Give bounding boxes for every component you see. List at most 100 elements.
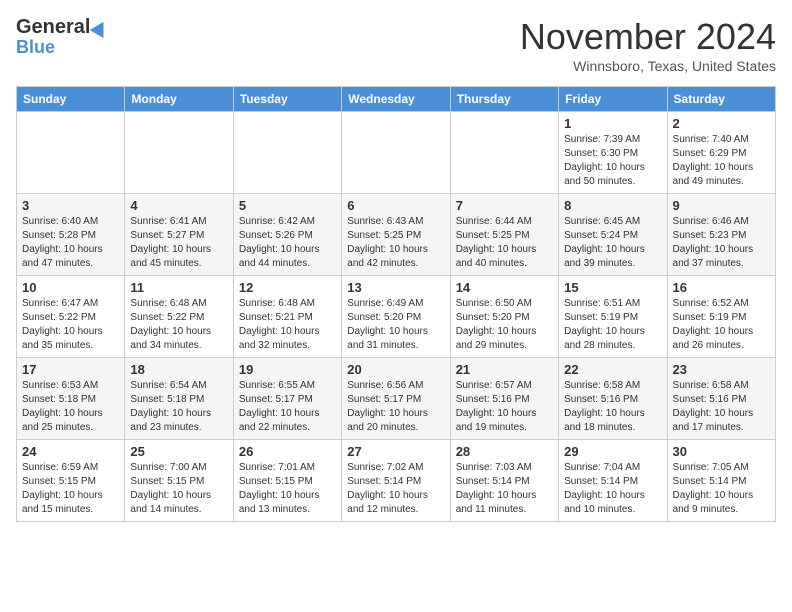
calendar-cell: 13 Sunrise: 6:49 AM Sunset: 5:20 PM Dayli… (342, 276, 450, 358)
day-number: 6 (347, 198, 444, 213)
day-info: Sunrise: 6:47 AM Sunset: 5:22 PM Dayligh… (22, 297, 119, 353)
day-info: Sunrise: 6:59 AM Sunset: 5:15 PM Dayligh… (22, 461, 119, 517)
day-info: Sunrise: 6:52 AM Sunset: 5:19 PM Dayligh… (673, 297, 770, 353)
calendar-cell: 1Sunrise: 7:39 AM Sunset: 6:30 PM Daylig… (559, 112, 667, 194)
day-number: 10 (22, 280, 119, 295)
day-info: Sunrise: 6:45 AM Sunset: 5:24 PM Dayligh… (564, 215, 661, 271)
day-number: 27 (347, 444, 444, 459)
day-info: Sunrise: 6:58 AM Sunset: 5:16 PM Dayligh… (673, 379, 770, 435)
day-info: Sunrise: 6:50 AM Sunset: 5:20 PM Dayligh… (456, 297, 553, 353)
day-number: 21 (456, 362, 553, 377)
day-info: Sunrise: 7:00 AM Sunset: 5:15 PM Dayligh… (130, 461, 227, 517)
day-number: 16 (673, 280, 770, 295)
calendar-cell: 28 Sunrise: 7:03 AM Sunset: 5:14 PM Dayli… (450, 440, 558, 522)
calendar-cell (342, 112, 450, 194)
day-number: 24 (22, 444, 119, 459)
day-info: Sunrise: 6:57 AM Sunset: 5:16 PM Dayligh… (456, 379, 553, 435)
calendar-cell: 29Sunrise: 7:04 AM Sunset: 5:14 PM Dayli… (559, 440, 667, 522)
logo-general: General (16, 16, 90, 39)
day-info: Sunrise: 6:44 AM Sunset: 5:25 PM Dayligh… (456, 215, 553, 271)
calendar-cell: 9 Sunrise: 6:46 AM Sunset: 5:23 PM Daylig… (667, 194, 775, 276)
calendar-cell (17, 112, 125, 194)
day-info: Sunrise: 6:56 AM Sunset: 5:17 PM Dayligh… (347, 379, 444, 435)
weekday-header-tuesday: Tuesday (233, 87, 341, 112)
day-number: 22 (564, 362, 661, 377)
day-info: Sunrise: 7:03 AM Sunset: 5:14 PM Dayligh… (456, 461, 553, 517)
day-number: 28 (456, 444, 553, 459)
weekday-header-monday: Monday (125, 87, 233, 112)
day-info: Sunrise: 6:48 AM Sunset: 5:21 PM Dayligh… (239, 297, 336, 353)
day-info: Sunrise: 6:41 AM Sunset: 5:27 PM Dayligh… (130, 215, 227, 271)
day-info: Sunrise: 6:49 AM Sunset: 5:20 PM Dayligh… (347, 297, 444, 353)
calendar-cell: 10 Sunrise: 6:47 AM Sunset: 5:22 PM Dayli… (17, 276, 125, 358)
title-block: November 2024 Winnsboro, Texas, United S… (520, 16, 776, 74)
calendar-cell (125, 112, 233, 194)
day-info: Sunrise: 6:40 AM Sunset: 5:28 PM Dayligh… (22, 215, 119, 271)
calendar-week-4: 17 Sunrise: 6:53 AM Sunset: 5:18 PM Dayli… (17, 358, 776, 440)
calendar-cell: 22 Sunrise: 6:58 AM Sunset: 5:16 PM Dayli… (559, 358, 667, 440)
calendar-cell: 6 Sunrise: 6:43 AM Sunset: 5:25 PM Daylig… (342, 194, 450, 276)
calendar-cell: 27Sunrise: 7:02 AM Sunset: 5:14 PM Dayli… (342, 440, 450, 522)
calendar-cell: 21 Sunrise: 6:57 AM Sunset: 5:16 PM Dayli… (450, 358, 558, 440)
day-number: 4 (130, 198, 227, 213)
day-info: Sunrise: 6:46 AM Sunset: 5:23 PM Dayligh… (673, 215, 770, 271)
day-number: 9 (673, 198, 770, 213)
calendar-cell: 14 Sunrise: 6:50 AM Sunset: 5:20 PM Dayli… (450, 276, 558, 358)
day-info: Sunrise: 7:40 AM Sunset: 6:29 PM Dayligh… (673, 133, 770, 189)
day-number: 11 (130, 280, 227, 295)
weekday-header-friday: Friday (559, 87, 667, 112)
day-number: 30 (673, 444, 770, 459)
day-number: 15 (564, 280, 661, 295)
day-info: Sunrise: 6:53 AM Sunset: 5:18 PM Dayligh… (22, 379, 119, 435)
calendar-week-3: 10 Sunrise: 6:47 AM Sunset: 5:22 PM Dayli… (17, 276, 776, 358)
calendar-cell: 18Sunrise: 6:54 AM Sunset: 5:18 PM Dayli… (125, 358, 233, 440)
day-number: 23 (673, 362, 770, 377)
calendar-cell: 25 Sunrise: 7:00 AM Sunset: 5:15 PM Dayli… (125, 440, 233, 522)
calendar-week-5: 24 Sunrise: 6:59 AM Sunset: 5:15 PM Dayli… (17, 440, 776, 522)
day-number: 3 (22, 198, 119, 213)
calendar-cell: 5 Sunrise: 6:42 AM Sunset: 5:26 PM Daylig… (233, 194, 341, 276)
day-number: 5 (239, 198, 336, 213)
location: Winnsboro, Texas, United States (520, 58, 776, 74)
calendar-cell: 7 Sunrise: 6:44 AM Sunset: 5:25 PM Daylig… (450, 194, 558, 276)
day-number: 13 (347, 280, 444, 295)
day-info: Sunrise: 6:55 AM Sunset: 5:17 PM Dayligh… (239, 379, 336, 435)
calendar-table: SundayMondayTuesdayWednesdayThursdayFrid… (16, 86, 776, 522)
day-number: 17 (22, 362, 119, 377)
calendar-cell: 19 Sunrise: 6:55 AM Sunset: 5:17 PM Dayli… (233, 358, 341, 440)
logo-triangle-icon (90, 17, 111, 37)
day-info: Sunrise: 6:42 AM Sunset: 5:26 PM Dayligh… (239, 215, 336, 271)
calendar-cell: 3 Sunrise: 6:40 AM Sunset: 5:28 PM Daylig… (17, 194, 125, 276)
calendar-cell: 30Sunrise: 7:05 AM Sunset: 5:14 PM Dayli… (667, 440, 775, 522)
calendar-cell: 24 Sunrise: 6:59 AM Sunset: 5:15 PM Dayli… (17, 440, 125, 522)
day-number: 7 (456, 198, 553, 213)
day-number: 14 (456, 280, 553, 295)
day-number: 12 (239, 280, 336, 295)
day-number: 1 (564, 116, 661, 131)
weekday-header-saturday: Saturday (667, 87, 775, 112)
day-info: Sunrise: 7:04 AM Sunset: 5:14 PM Dayligh… (564, 461, 661, 517)
day-number: 18 (130, 362, 227, 377)
day-info: Sunrise: 6:58 AM Sunset: 5:16 PM Dayligh… (564, 379, 661, 435)
calendar-header-row: SundayMondayTuesdayWednesdayThursdayFrid… (17, 87, 776, 112)
calendar-cell: 15Sunrise: 6:51 AM Sunset: 5:19 PM Dayli… (559, 276, 667, 358)
calendar-cell: 17 Sunrise: 6:53 AM Sunset: 5:18 PM Dayli… (17, 358, 125, 440)
calendar-cell: 20 Sunrise: 6:56 AM Sunset: 5:17 PM Dayli… (342, 358, 450, 440)
page-header: General Blue November 2024 Winnsboro, Te… (16, 16, 776, 74)
calendar-cell: 2Sunrise: 7:40 AM Sunset: 6:29 PM Daylig… (667, 112, 775, 194)
calendar-cell (233, 112, 341, 194)
calendar-cell: 16 Sunrise: 6:52 AM Sunset: 5:19 PM Dayli… (667, 276, 775, 358)
calendar-cell: 8Sunrise: 6:45 AM Sunset: 5:24 PM Daylig… (559, 194, 667, 276)
calendar-week-1: 1Sunrise: 7:39 AM Sunset: 6:30 PM Daylig… (17, 112, 776, 194)
day-number: 20 (347, 362, 444, 377)
day-number: 26 (239, 444, 336, 459)
weekday-header-sunday: Sunday (17, 87, 125, 112)
calendar-cell: 11Sunrise: 6:48 AM Sunset: 5:22 PM Dayli… (125, 276, 233, 358)
day-info: Sunrise: 6:43 AM Sunset: 5:25 PM Dayligh… (347, 215, 444, 271)
day-number: 25 (130, 444, 227, 459)
month-title: November 2024 (520, 16, 776, 58)
day-number: 19 (239, 362, 336, 377)
calendar-cell (450, 112, 558, 194)
calendar-cell: 26Sunrise: 7:01 AM Sunset: 5:15 PM Dayli… (233, 440, 341, 522)
weekday-header-thursday: Thursday (450, 87, 558, 112)
